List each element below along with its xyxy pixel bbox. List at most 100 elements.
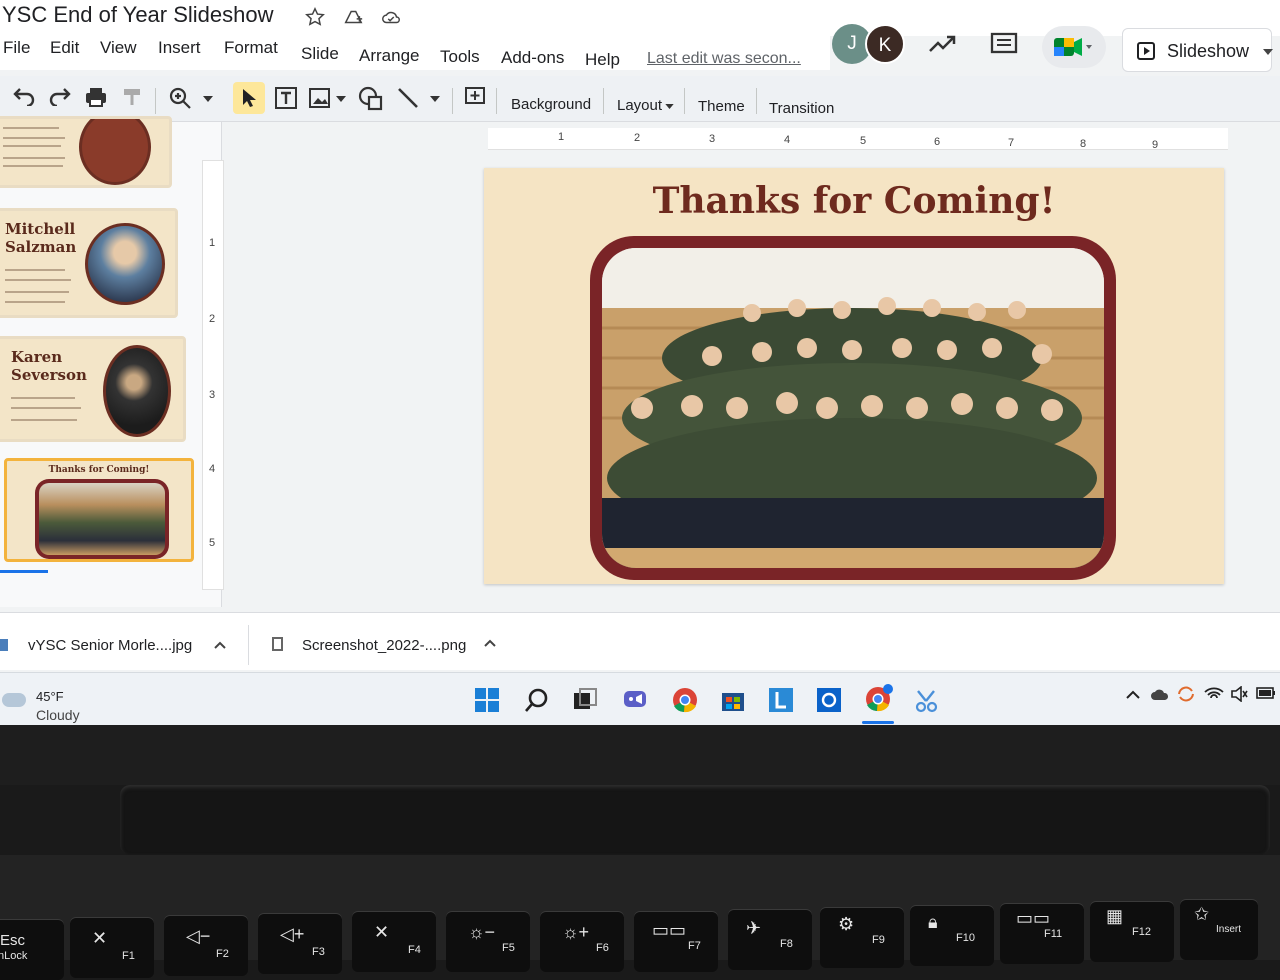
slideshow-button[interactable]: Slideshow xyxy=(1122,28,1273,72)
key-f10[interactable]: 🔒︎ F10 xyxy=(910,906,994,966)
undo-icon[interactable] xyxy=(12,86,36,106)
weather-description[interactable]: Cloudy xyxy=(36,707,80,723)
move-to-drive-icon[interactable] xyxy=(342,6,364,28)
key-f1[interactable]: ✕ F1 xyxy=(70,918,154,978)
key-f8[interactable]: ✈ F8 xyxy=(728,910,812,970)
menu-edit[interactable]: Edit xyxy=(50,38,79,58)
chevron-up-icon[interactable] xyxy=(1126,689,1140,699)
print-icon[interactable] xyxy=(84,86,108,108)
key-insert[interactable]: ✩ Insert xyxy=(1180,900,1258,960)
chrome-icon[interactable] xyxy=(672,687,698,713)
line-icon[interactable] xyxy=(396,86,420,110)
star-icon[interactable] xyxy=(304,6,326,28)
chevron-down-icon[interactable] xyxy=(1263,49,1273,55)
chevron-down-icon[interactable] xyxy=(665,104,674,109)
theme-button[interactable]: Theme xyxy=(698,98,745,115)
ruler-tick: 5 xyxy=(209,537,216,549)
ruler-tick: 4 xyxy=(209,463,216,475)
slide-thumbnail[interactable]: Karen Severson xyxy=(0,336,186,442)
sync-icon[interactable] xyxy=(1176,685,1196,703)
paint-format-icon[interactable] xyxy=(120,86,144,108)
key-f2[interactable]: ◁− F2 xyxy=(164,916,248,976)
redo-icon[interactable] xyxy=(48,86,72,106)
windows-start-icon[interactable] xyxy=(474,687,500,713)
download-item[interactable]: vYSC Senior Morle....jpg xyxy=(28,637,192,654)
current-slide[interactable]: Thanks for Coming! xyxy=(484,168,1224,584)
chevron-up-icon[interactable] xyxy=(484,639,496,647)
ruler-tick: 2 xyxy=(209,313,216,325)
menu-tools[interactable]: Tools xyxy=(440,47,480,67)
slide-thumbnail[interactable]: Mitchell Salzman xyxy=(0,208,178,318)
ruler-tick: 7 xyxy=(1008,137,1015,149)
cursor-icon xyxy=(243,89,256,107)
key-f9[interactable]: ⚙ F9 xyxy=(820,908,904,968)
cloud-saved-icon xyxy=(382,11,400,24)
downloads-bar: vYSC Senior Morle....jpg Screenshot_2022… xyxy=(0,612,1280,670)
search-icon[interactable] xyxy=(524,687,550,713)
key-f3[interactable]: ◁+ F3 xyxy=(258,914,342,974)
group-photo-art xyxy=(602,248,1104,568)
last-edit-link[interactable]: Last edit was secon... xyxy=(647,50,801,68)
photo-frame[interactable] xyxy=(590,236,1116,580)
store-icon[interactable] xyxy=(720,687,746,713)
file-icon xyxy=(0,639,8,651)
task-view-icon[interactable] xyxy=(572,687,598,713)
snipping-tool-icon[interactable] xyxy=(914,687,940,713)
ruler-tick: 1 xyxy=(558,131,565,143)
portrait-photo xyxy=(79,119,151,185)
chevron-down-icon[interactable] xyxy=(203,96,213,102)
chevron-down-icon[interactable] xyxy=(430,96,440,102)
chevron-down-icon[interactable] xyxy=(336,96,346,102)
ruler-tick: 3 xyxy=(209,389,216,401)
key-f5[interactable]: ☼− F5 xyxy=(446,912,530,972)
toolbar: Background Layout Theme Transition xyxy=(0,76,1280,122)
background-button[interactable]: Background xyxy=(511,96,591,113)
chevron-up-icon[interactable] xyxy=(214,641,226,649)
select-tool-button[interactable] xyxy=(233,82,265,114)
menu-arrange[interactable]: Arrange xyxy=(359,46,419,66)
key-esc[interactable]: Esc nLock xyxy=(0,920,64,980)
thumb-title: Thanks for Coming! xyxy=(48,465,150,475)
activity-trend-icon[interactable] xyxy=(928,32,956,56)
document-title[interactable]: YSC End of Year Slideshow xyxy=(2,2,274,28)
slide-thumbnail-selected[interactable]: Thanks for Coming! xyxy=(4,458,194,562)
comments-icon[interactable] xyxy=(990,32,1018,58)
menu-view[interactable]: View xyxy=(100,38,137,58)
key-f12[interactable]: ▦ F12 xyxy=(1090,902,1174,962)
menu-insert[interactable]: Insert xyxy=(158,38,201,58)
zoom-icon[interactable] xyxy=(168,86,192,110)
download-item[interactable]: Screenshot_2022-....png xyxy=(302,637,466,654)
key-f11[interactable]: ▭▭ F11 xyxy=(1000,904,1084,964)
launcher-l-icon[interactable] xyxy=(768,687,794,713)
thumb-name-line1: Mitchell xyxy=(5,220,76,238)
chrome-active-icon[interactable] xyxy=(864,683,894,713)
ruler-tick: 6 xyxy=(934,136,941,148)
key-f7[interactable]: ▭▭ F7 xyxy=(634,912,718,972)
slide-thumbnail[interactable] xyxy=(0,116,172,188)
menu-addons[interactable]: Add-ons xyxy=(501,48,564,68)
menu-file[interactable]: File xyxy=(3,38,30,58)
transition-button[interactable]: Transition xyxy=(769,100,834,117)
layout-button[interactable]: Layout xyxy=(617,97,662,114)
weather-temperature[interactable]: 45°F xyxy=(36,689,64,704)
menu-slide[interactable]: Slide xyxy=(301,44,339,64)
meet-button[interactable] xyxy=(1042,26,1106,68)
menu-format[interactable]: Format xyxy=(224,38,278,58)
add-comment-icon[interactable] xyxy=(464,86,486,108)
menu-help[interactable]: Help xyxy=(585,50,620,70)
volume-muted-icon[interactable] xyxy=(1230,686,1248,702)
avatar[interactable]: K xyxy=(865,24,905,64)
battery-icon[interactable] xyxy=(1256,687,1276,699)
ruler-tick: 2 xyxy=(634,132,641,144)
key-f6[interactable]: ☼+ F6 xyxy=(540,912,624,972)
shape-icon[interactable] xyxy=(358,86,384,112)
outlook-icon[interactable] xyxy=(816,687,842,713)
text-box-icon[interactable] xyxy=(274,86,298,110)
chat-icon[interactable] xyxy=(622,687,648,713)
onedrive-icon[interactable] xyxy=(1150,687,1170,701)
slide-title[interactable]: Thanks for Coming! xyxy=(484,180,1224,222)
wifi-icon[interactable] xyxy=(1204,687,1224,701)
ruler-tick: 4 xyxy=(784,134,791,146)
key-f4[interactable]: ✕ F4 xyxy=(352,912,436,972)
insert-image-icon[interactable] xyxy=(308,86,332,110)
